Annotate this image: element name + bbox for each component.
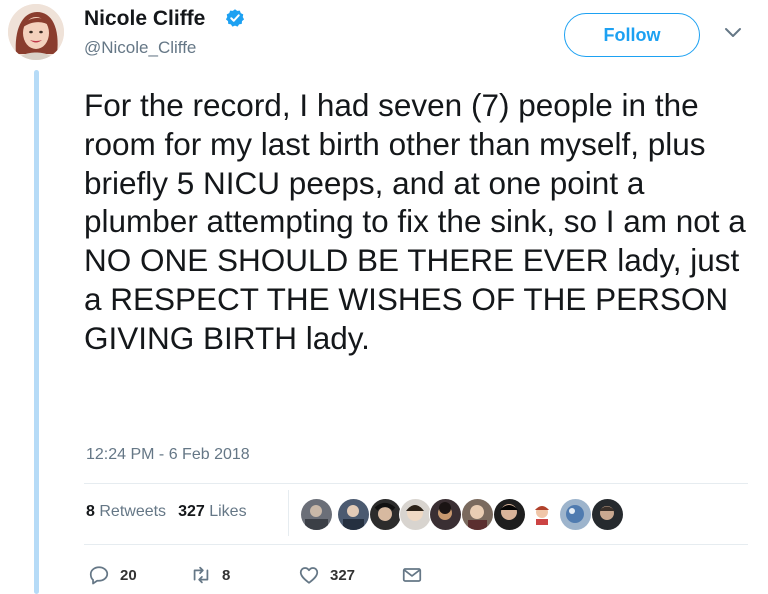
- retweet-count: 8: [222, 566, 231, 584]
- divider: [84, 544, 748, 545]
- liker-avatar[interactable]: [338, 499, 369, 530]
- thread-line: [34, 70, 39, 594]
- envelope-icon: [402, 568, 422, 582]
- like-count: 327: [330, 566, 356, 584]
- reply-icon: [89, 566, 109, 585]
- reply-button[interactable]: 20: [88, 564, 137, 586]
- tweet-timestamp[interactable]: 12:24 PM - 6 Feb 2018: [86, 446, 250, 464]
- retweets-count: 8: [86, 503, 95, 520]
- likes-count: 327: [178, 503, 205, 520]
- liker-avatar[interactable]: [560, 499, 591, 530]
- reply-count: 20: [120, 566, 137, 584]
- heart-icon: [299, 567, 319, 584]
- author-handle[interactable]: @Nicole_Cliffe: [84, 38, 196, 58]
- liker-avatar[interactable]: [494, 499, 525, 530]
- divider: [84, 483, 748, 484]
- follow-button[interactable]: Follow: [564, 13, 700, 57]
- stats-separator: [288, 490, 289, 536]
- likes-stat[interactable]: 327 Likes: [178, 503, 247, 520]
- likes-label: Likes: [209, 503, 247, 520]
- verified-badge-icon: [225, 9, 245, 27]
- retweets-stat[interactable]: 8 Retweets: [86, 503, 166, 520]
- engagement-stats: 8 Retweets 327 Likes: [86, 503, 247, 521]
- liker-avatar[interactable]: [370, 499, 401, 530]
- retweets-label: Retweets: [99, 503, 167, 520]
- direct-message-button[interactable]: [401, 564, 423, 586]
- liker-avatar[interactable]: [527, 499, 558, 530]
- liker-avatar[interactable]: [462, 499, 493, 530]
- chevron-down-icon[interactable]: [724, 27, 742, 39]
- tweet-text: For the record, I had seven (7) people i…: [84, 87, 746, 356]
- liker-avatar[interactable]: [430, 499, 461, 530]
- retweet-button[interactable]: 8: [190, 564, 230, 586]
- author-name[interactable]: Nicole Cliffe: [84, 7, 205, 31]
- avatar[interactable]: [8, 4, 64, 60]
- retweet-icon: [193, 566, 209, 584]
- like-button[interactable]: 327: [298, 564, 355, 586]
- liker-avatar[interactable]: [592, 499, 623, 530]
- liker-avatar[interactable]: [301, 499, 332, 530]
- liker-avatar[interactable]: [400, 499, 431, 530]
